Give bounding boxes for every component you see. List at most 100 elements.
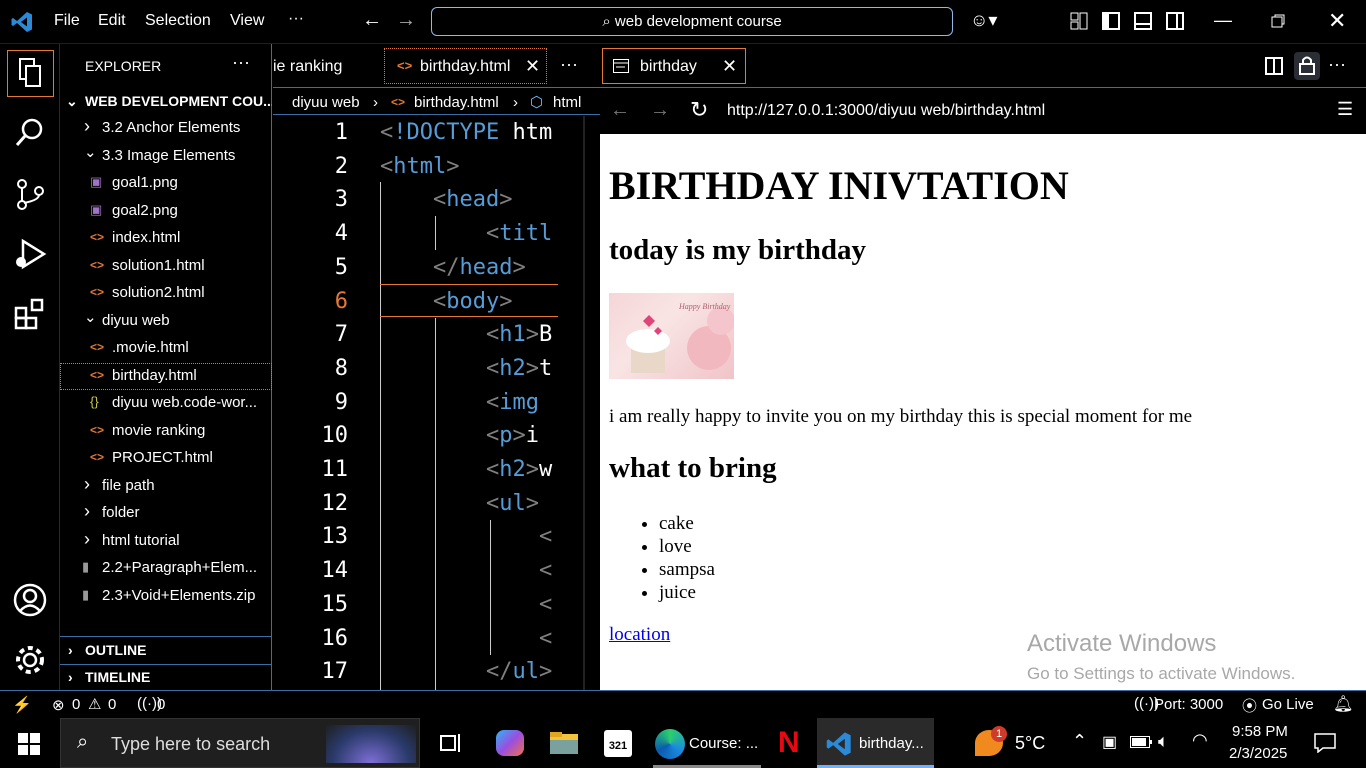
back-arrow-icon[interactable]: ← bbox=[362, 9, 382, 32]
source-control-icon[interactable] bbox=[12, 176, 48, 212]
code-line[interactable]: <ul> bbox=[380, 491, 560, 516]
tree-item[interactable]: {} diyuu web.code-wor... bbox=[60, 390, 272, 417]
breadcrumb-folder[interactable]: diyuu web bbox=[292, 94, 360, 111]
tree-item[interactable]: › 3.2 Anchor Elements bbox=[60, 115, 272, 142]
code-line[interactable]: <head> bbox=[380, 187, 560, 212]
tab-birthday-preview[interactable]: birthday ✕ bbox=[602, 48, 746, 84]
code-line[interactable]: <h1>B bbox=[380, 322, 560, 347]
tree-item[interactable]: ⌄ diyuu web bbox=[60, 308, 272, 335]
reload-icon[interactable]: ↻ bbox=[690, 97, 708, 123]
restore-icon[interactable] bbox=[1271, 14, 1286, 29]
taskbar-vscode-app[interactable]: birthday... bbox=[817, 718, 934, 768]
tree-item[interactable]: <> PROJECT.html bbox=[60, 445, 272, 472]
weather-temp[interactable]: 5°C bbox=[1015, 733, 1045, 754]
code-line[interactable]: < bbox=[380, 558, 560, 583]
workspace-folder-header[interactable]: ⌄ WEB DEVELOPMENT COU... bbox=[60, 89, 272, 116]
volume-icon[interactable]: 🔈︎ bbox=[1158, 731, 1169, 752]
taskbar-search-box[interactable]: ⌕ Type here to search bbox=[60, 718, 420, 768]
close-tab-icon[interactable]: ✕ bbox=[722, 56, 737, 77]
extensions-icon[interactable] bbox=[12, 296, 48, 332]
browser-forward-icon[interactable]: → bbox=[650, 99, 670, 122]
battery-icon[interactable] bbox=[1130, 736, 1152, 748]
run-debug-icon[interactable] bbox=[12, 236, 48, 272]
timeline-section[interactable]: › TIMELINE bbox=[60, 665, 272, 692]
location-link[interactable]: location bbox=[609, 624, 670, 646]
close-tab-icon[interactable]: ✕ bbox=[525, 56, 540, 77]
menu-file[interactable]: File bbox=[54, 12, 80, 30]
tab-birthday-html[interactable]: <> birthday.html ✕ bbox=[384, 48, 547, 84]
browser-back-icon[interactable]: ← bbox=[610, 99, 630, 122]
clock-date[interactable]: 2/3/2025 bbox=[1229, 745, 1287, 762]
tree-item[interactable]: <> movie ranking bbox=[60, 418, 272, 445]
go-live-button[interactable]: Go Live bbox=[1262, 696, 1314, 713]
customize-layout-icon[interactable] bbox=[1070, 12, 1088, 30]
calendar-app-icon[interactable]: 321 bbox=[604, 730, 632, 757]
toggle-panel-icon[interactable] bbox=[1134, 12, 1152, 30]
menu-view[interactable]: View bbox=[230, 12, 264, 30]
menu-selection[interactable]: Selection bbox=[145, 12, 211, 30]
toggle-secondary-sidebar-icon[interactable] bbox=[1166, 12, 1184, 30]
settings-gear-icon[interactable] bbox=[12, 642, 48, 678]
editor-more-icon[interactable]: ··· bbox=[560, 54, 578, 75]
search-activity-icon[interactable] bbox=[12, 114, 48, 150]
code-line[interactable]: </head> bbox=[380, 255, 560, 280]
minimize-icon[interactable]: — bbox=[1214, 10, 1232, 31]
breadcrumb-symbol[interactable]: html bbox=[553, 94, 581, 111]
copilot-app-icon[interactable] bbox=[496, 730, 524, 756]
task-view-icon[interactable] bbox=[440, 732, 462, 754]
tree-item[interactable]: › folder bbox=[60, 500, 272, 527]
tree-item[interactable]: ⌄ 3.3 Image Elements bbox=[60, 143, 272, 170]
url-bar[interactable]: http://127.0.0.1:3000/diyuu web/birthday… bbox=[727, 102, 1045, 120]
tab-movie-ranking[interactable]: ie ranking bbox=[273, 58, 342, 76]
breadcrumb-file[interactable]: birthday.html bbox=[414, 94, 499, 111]
file-explorer-icon[interactable] bbox=[549, 731, 579, 755]
code-line[interactable]: <img bbox=[380, 390, 560, 415]
menu-edit[interactable]: Edit bbox=[98, 12, 126, 30]
lock-icon[interactable] bbox=[1294, 52, 1320, 80]
code-line[interactable]: <!DOCTYPE htm bbox=[380, 120, 560, 145]
tree-item[interactable]: <> solution2.html bbox=[60, 280, 272, 307]
code-line[interactable]: <h2>t bbox=[380, 356, 560, 381]
preview-more-icon[interactable]: ··· bbox=[1328, 54, 1346, 75]
tree-item[interactable]: › file path bbox=[60, 473, 272, 500]
toggle-sidebar-icon[interactable] bbox=[1102, 12, 1120, 30]
notification-center-icon[interactable] bbox=[1314, 733, 1336, 753]
tree-item[interactable]: <> .movie.html bbox=[60, 335, 272, 362]
split-editor-icon[interactable] bbox=[1265, 57, 1283, 75]
explorer-more-icon[interactable]: ··· bbox=[232, 52, 250, 73]
notifications-bell-icon[interactable]: 🔔︎ bbox=[1333, 694, 1353, 714]
warnings-icon[interactable]: ⚠ bbox=[88, 695, 101, 713]
forward-arrow-icon[interactable]: → bbox=[396, 9, 416, 32]
wifi-icon[interactable]: ◠ bbox=[1192, 730, 1208, 751]
tree-item[interactable]: ▮ 2.3+Void+Elements.zip bbox=[60, 583, 272, 610]
explorer-icon[interactable] bbox=[7, 50, 54, 97]
tree-item[interactable]: <> index.html bbox=[60, 225, 272, 252]
copilot-icon[interactable]: ☺▾ bbox=[970, 10, 997, 31]
outline-section[interactable]: › OUTLINE bbox=[60, 638, 272, 665]
code-line[interactable]: < bbox=[380, 626, 560, 651]
code-line[interactable]: <html> bbox=[380, 154, 560, 179]
command-center-search[interactable]: ⌕ web development course bbox=[431, 7, 953, 36]
errors-icon[interactable]: ⊗ bbox=[52, 696, 65, 714]
netflix-icon[interactable]: N bbox=[778, 726, 800, 760]
browser-menu-icon[interactable]: ☰ bbox=[1337, 99, 1353, 120]
tree-item[interactable]: › html tutorial bbox=[60, 528, 272, 555]
code-line[interactable]: <body> bbox=[380, 289, 560, 314]
tree-item[interactable]: <> solution1.html bbox=[60, 253, 272, 280]
chevron-up-icon[interactable]: ⌃ bbox=[1072, 731, 1087, 752]
code-line[interactable]: < bbox=[380, 592, 560, 617]
accounts-icon[interactable] bbox=[12, 582, 48, 618]
code-line[interactable]: <h2>w bbox=[380, 457, 560, 482]
meet-icon[interactable]: ▣ bbox=[1102, 732, 1117, 752]
tree-item[interactable]: ▣ goal2.png bbox=[60, 198, 272, 225]
menu-more[interactable]: ··· bbox=[288, 10, 304, 28]
tree-item[interactable]: <> birthday.html bbox=[60, 362, 272, 390]
windows-start-icon[interactable] bbox=[18, 733, 40, 755]
tree-item[interactable]: ▮ 2.2+Paragraph+Elem... bbox=[60, 555, 272, 582]
tree-item[interactable]: ▣ goal1.png bbox=[60, 170, 272, 197]
taskbar-edge-app[interactable]: Course: ... bbox=[653, 718, 763, 768]
code-line[interactable]: < bbox=[380, 524, 560, 549]
clock-time[interactable]: 9:58 PM bbox=[1232, 723, 1288, 740]
code-line[interactable]: <p>i bbox=[380, 423, 560, 448]
code-line[interactable]: </ul> bbox=[380, 659, 560, 684]
